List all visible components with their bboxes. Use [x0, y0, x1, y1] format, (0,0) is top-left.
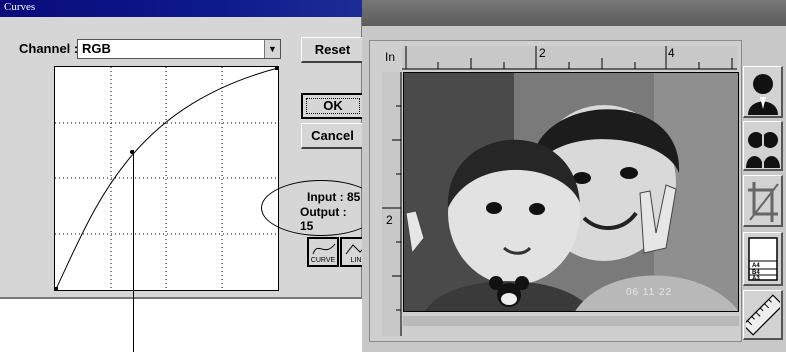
curves-dialog: Curves Channel : RGB ▼ Reset OK Cancel I… — [0, 0, 381, 299]
portrait-button[interactable] — [743, 66, 783, 118]
channel-value: RGB — [82, 41, 111, 56]
chevron-down-icon[interactable]: ▼ — [264, 40, 280, 58]
annotation-pointer-line — [133, 150, 134, 352]
paper-size-a3: A3 — [752, 276, 760, 282]
ruler-top-label: 4 — [668, 46, 675, 60]
ruler-top-label: 2 — [539, 46, 546, 60]
ruler-unit: In — [385, 50, 396, 64]
crop-icon — [748, 182, 779, 222]
mirror-portrait-icon — [746, 126, 780, 168]
curves-title: Curves — [4, 1, 36, 13]
ruler-top-ticks — [402, 46, 737, 70]
preview-titlebar — [362, 0, 786, 26]
graph-grid — [55, 67, 278, 290]
paper-size-a4: A4 — [752, 263, 760, 269]
ruler-icon — [746, 294, 780, 336]
curves-titlebar: Curves — [0, 0, 362, 17]
paper-size-button[interactable]: A4 B4 A3 — [743, 232, 783, 286]
curve-endpoint-start[interactable] — [55, 287, 58, 290]
curve-endpoint-end[interactable] — [275, 67, 278, 70]
curve-graph[interactable] — [54, 66, 279, 291]
ruler-left-label: 2 — [386, 213, 393, 227]
children-photo-image — [404, 73, 738, 311]
photo-timestamp: 06 11 22 — [626, 287, 673, 298]
channel-label: Channel : — [19, 41, 79, 56]
ruler-top — [402, 46, 737, 70]
portrait-icon — [748, 74, 778, 115]
channel-select[interactable]: RGB ▼ — [77, 39, 281, 59]
ok-button[interactable]: OK — [301, 93, 365, 119]
scanned-photo-preview[interactable]: 06 11 22 — [403, 72, 739, 312]
curve-mode-button[interactable]: CURVE — [307, 237, 339, 267]
curve-mode-label: CURVE — [310, 257, 336, 264]
ruler-button[interactable] — [743, 290, 783, 340]
crop-button[interactable] — [743, 175, 783, 227]
curve-icon — [312, 243, 336, 255]
curve-plot[interactable] — [55, 67, 279, 290]
paper-size-icon: A4 B4 A3 — [748, 237, 778, 282]
reset-button[interactable]: Reset — [301, 37, 365, 63]
cancel-button[interactable]: Cancel — [301, 123, 365, 149]
ruler-left — [382, 72, 402, 336]
focus-ring — [306, 98, 360, 114]
preview-scroll-strip[interactable] — [403, 316, 739, 326]
mirror-portrait-button[interactable] — [743, 121, 783, 171]
scan-preview-window: In 2 4 2 06 11 22 A4 B4 A3 — [362, 0, 786, 352]
ruler-left-ticks — [382, 72, 402, 336]
